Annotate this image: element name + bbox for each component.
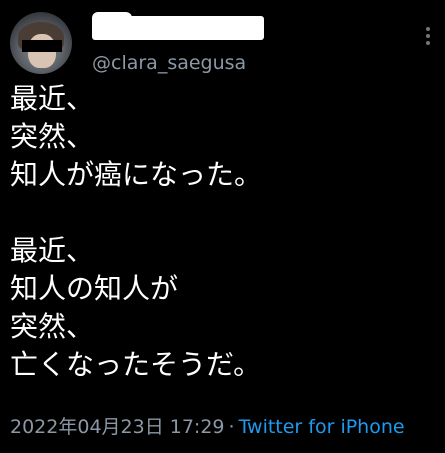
more-vertical-icon-glyph bbox=[426, 27, 430, 45]
tweet-header: @clara_saegusa bbox=[10, 10, 435, 74]
user-handle[interactable]: @clara_saegusa bbox=[92, 52, 246, 74]
avatar-censor-bar bbox=[22, 40, 62, 52]
avatar[interactable] bbox=[10, 12, 72, 74]
meta-separator: · bbox=[228, 416, 235, 438]
tweet-timestamp[interactable]: 2022年04月23日 17:29 bbox=[10, 416, 225, 438]
more-vertical-icon[interactable] bbox=[425, 26, 431, 46]
tweet-text: 最近、 突然、 知人が癌になった。 最近、 知人の知人が 突然、 亡くなったそう… bbox=[10, 82, 263, 381]
display-name-redaction[interactable] bbox=[92, 16, 264, 40]
tweet: @clara_saegusa 最近、 突然、 知人が癌になった。 最近、 知人の… bbox=[0, 0, 445, 453]
tweet-source-link[interactable]: Twitter for iPhone bbox=[239, 416, 405, 438]
tweet-meta: 2022年04月23日 17:29 · Twitter for iPhone bbox=[10, 412, 405, 439]
